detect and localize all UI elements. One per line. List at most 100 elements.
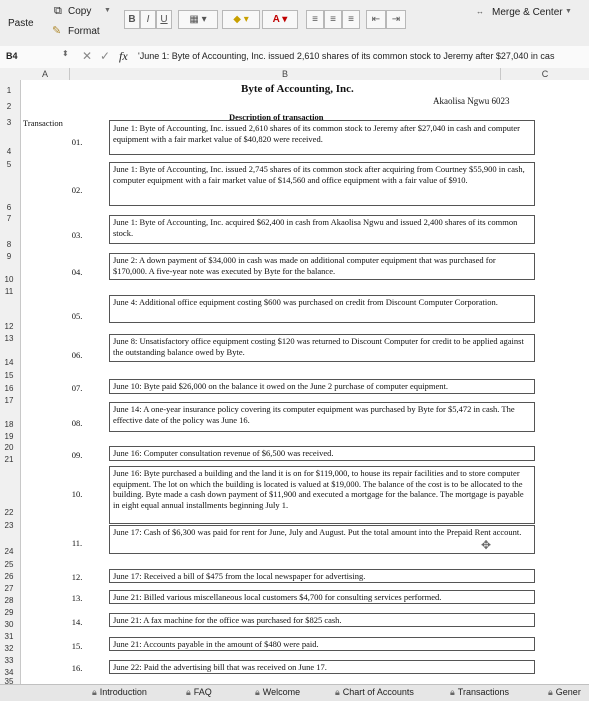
transaction-description[interactable]: June 21: Billed various miscellaneous lo…: [109, 590, 535, 604]
row-header[interactable]: 33: [0, 656, 18, 665]
tab-label: Chart of Accounts: [342, 687, 414, 697]
row-header[interactable]: 21: [0, 455, 18, 464]
row-header[interactable]: 2: [0, 102, 18, 111]
transaction-description[interactable]: June 16: Computer consultation revenue o…: [109, 446, 535, 461]
transaction-description[interactable]: June 1: Byte of Accounting, Inc. issued …: [109, 162, 535, 206]
fill-color-button[interactable]: ◆ ▾: [222, 10, 260, 29]
copy-button[interactable]: Copy: [68, 6, 91, 17]
row-header[interactable]: 22: [0, 508, 18, 517]
row-header[interactable]: 34: [0, 668, 18, 677]
row-header[interactable]: 29: [0, 608, 18, 617]
lock-icon: 🔒︎: [255, 687, 260, 697]
transaction-description[interactable]: June 4: Additional office equipment cost…: [109, 295, 535, 323]
row-header[interactable]: 19: [0, 432, 18, 441]
format-painter-icon: ✎: [52, 25, 62, 37]
tab-introduction[interactable]: 🔒︎ Introduction: [92, 687, 147, 698]
transaction-description[interactable]: June 22: Paid the advertising bill that …: [109, 660, 535, 674]
formula-input[interactable]: 'June 1: Byte of Accounting, Inc. issued…: [138, 51, 554, 61]
transaction-description[interactable]: June 17: Cash of $6,300 was paid for ren…: [109, 525, 535, 554]
row-header[interactable]: 15: [0, 371, 18, 380]
transaction-description[interactable]: June 2: A down payment of $34,000 in cas…: [109, 253, 535, 280]
row-header[interactable]: 25: [0, 560, 18, 569]
row-header[interactable]: 13: [0, 334, 18, 343]
row-header[interactable]: 17: [0, 396, 18, 405]
paste-button[interactable]: Paste: [8, 18, 34, 29]
transaction-description[interactable]: June 21: Accounts payable in the amount …: [109, 637, 535, 651]
transaction-header: Transaction: [23, 118, 63, 128]
tab-chart-of-accounts[interactable]: 🔒︎ Chart of Accounts: [335, 687, 414, 698]
underline-button[interactable]: U: [156, 10, 172, 29]
row-headers: 1 2 3 4 5 6 7 8 9 10 11 12 13 14 15 16 1…: [0, 80, 21, 686]
row-header[interactable]: 4: [0, 147, 18, 156]
row-header[interactable]: 6: [0, 203, 18, 212]
name-box-stepper-icon[interactable]: ⬍: [62, 49, 69, 58]
transaction-description[interactable]: June 8: Unsatisfactory office equipment …: [109, 334, 535, 362]
row-header[interactable]: 3: [0, 118, 18, 127]
row-header[interactable]: 16: [0, 384, 18, 393]
transaction-number: 05.: [71, 311, 83, 321]
fx-icon[interactable]: fx: [119, 49, 128, 64]
decrease-indent-button[interactable]: ⇤: [366, 10, 386, 29]
row-header[interactable]: 18: [0, 420, 18, 429]
transaction-number: 03.: [71, 230, 83, 240]
tab-welcome[interactable]: 🔒︎ Welcome: [255, 687, 300, 698]
lock-icon: 🔒︎: [92, 687, 97, 697]
font-color-icon: A ▾: [272, 14, 288, 25]
row-header[interactable]: 20: [0, 443, 18, 452]
font-color-button[interactable]: A ▾: [262, 10, 298, 29]
align-center-icon: ≡: [330, 14, 336, 25]
row-header[interactable]: 23: [0, 521, 18, 530]
row-header[interactable]: 32: [0, 644, 18, 653]
lock-icon: 🔒︎: [186, 687, 191, 697]
lock-icon: 🔒︎: [450, 687, 455, 697]
tab-transactions[interactable]: 🔒︎ Transactions: [450, 687, 509, 698]
transaction-description[interactable]: June 21: A fax machine for the office wa…: [109, 613, 535, 627]
tab-faq[interactable]: 🔒︎ FAQ: [186, 687, 212, 698]
worksheet-grid[interactable]: Byte of Accounting, Inc. Akaolisa Ngwu 6…: [21, 80, 589, 684]
format-painter-button[interactable]: Format: [68, 26, 100, 37]
row-header[interactable]: 11: [0, 287, 18, 296]
row-header[interactable]: 5: [0, 160, 18, 169]
merge-center-button[interactable]: Merge & Center: [492, 7, 563, 18]
transaction-description[interactable]: June 16: Byte purchased a building and t…: [109, 466, 535, 524]
merge-dropdown-icon[interactable]: ▼: [565, 8, 572, 15]
transaction-number: 14.: [71, 617, 83, 627]
bold-button[interactable]: B: [124, 10, 140, 29]
row-header[interactable]: 1: [0, 86, 18, 95]
italic-button[interactable]: I: [140, 10, 156, 29]
increase-indent-button[interactable]: ⇥: [386, 10, 406, 29]
transaction-number: 01.: [71, 137, 83, 147]
borders-icon: ▦ ▾: [189, 14, 207, 25]
row-header[interactable]: 26: [0, 572, 18, 581]
row-header[interactable]: 12: [0, 322, 18, 331]
row-header[interactable]: 28: [0, 596, 18, 605]
fill-color-icon: ◆ ▾: [233, 14, 249, 25]
align-left-button[interactable]: ≡: [306, 10, 324, 29]
row-header[interactable]: 27: [0, 584, 18, 593]
transaction-description[interactable]: June 1: Byte of Accounting, Inc. issued …: [109, 120, 535, 155]
row-header[interactable]: 8: [0, 240, 18, 249]
tab-label: FAQ: [193, 687, 212, 697]
row-header[interactable]: 31: [0, 632, 18, 641]
transaction-description[interactable]: June 1: Byte of Accounting, Inc. acquire…: [109, 215, 535, 244]
name-box[interactable]: B4: [6, 51, 18, 61]
align-center-button[interactable]: ≡: [324, 10, 342, 29]
row-header[interactable]: 30: [0, 620, 18, 629]
cursor-move-icon: ✥: [481, 538, 492, 552]
chevron-down-icon: ▼: [104, 7, 111, 14]
row-header[interactable]: 9: [0, 252, 18, 261]
row-header[interactable]: 14: [0, 358, 18, 367]
confirm-icon[interactable]: ✓: [100, 49, 110, 63]
transaction-description[interactable]: June 10: Byte paid $26,000 on the balanc…: [109, 379, 535, 394]
tab-general[interactable]: 🔒︎ Gener: [548, 687, 581, 698]
row-header[interactable]: 10: [0, 275, 18, 284]
borders-button[interactable]: ▦ ▾: [178, 10, 218, 29]
row-header[interactable]: 24: [0, 547, 18, 556]
transaction-description[interactable]: June 14: A one-year insurance policy cov…: [109, 402, 535, 432]
transaction-description[interactable]: June 17: Received a bill of $475 from th…: [109, 569, 535, 583]
author-label: Akaolisa Ngwu 6023: [433, 96, 510, 106]
transaction-number: 16.: [71, 663, 83, 673]
align-right-button[interactable]: ≡: [342, 10, 360, 29]
row-header[interactable]: 7: [0, 214, 18, 223]
cancel-icon[interactable]: ✕: [82, 49, 92, 63]
